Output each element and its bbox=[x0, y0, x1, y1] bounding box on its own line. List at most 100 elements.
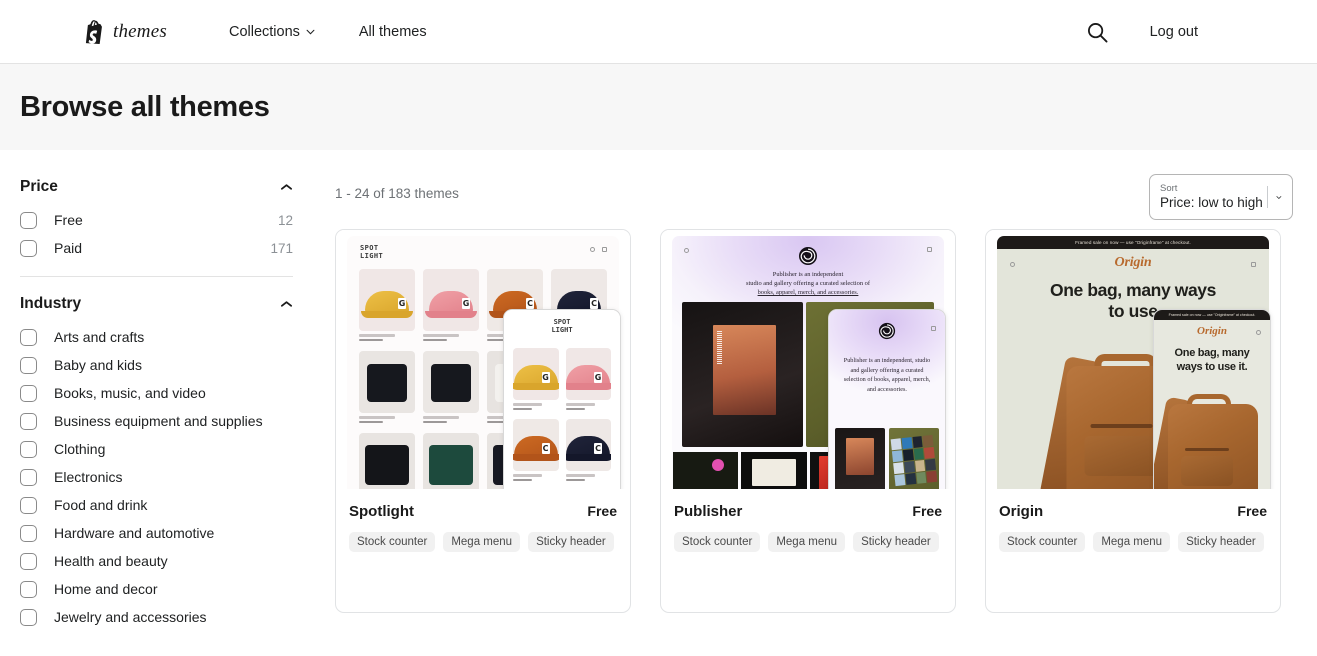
filter-option-industry[interactable]: Jewelry and accessories bbox=[20, 603, 293, 631]
facet-industry-header[interactable]: Industry bbox=[20, 291, 293, 323]
sort-label: Sort bbox=[1160, 183, 1178, 194]
origin-store-logo: Origin bbox=[1114, 255, 1152, 270]
checkbox-industry[interactable] bbox=[20, 524, 37, 542]
theme-tag: Sticky header bbox=[1178, 532, 1264, 552]
filters-sidebar: Price Free 12 Paid 171 Industry Arts and… bbox=[0, 150, 313, 656]
origin-announcement-bar: Framed sale on now — use "Originframe" a… bbox=[997, 236, 1269, 249]
logout-link[interactable]: Log out bbox=[1150, 24, 1198, 40]
theme-info-spotlight: Spotlight Free Stock counter Mega menu S… bbox=[336, 489, 630, 552]
theme-title-row: Origin Free bbox=[999, 503, 1267, 520]
chevron-down-icon[interactable] bbox=[1276, 193, 1282, 202]
checkbox-industry[interactable] bbox=[20, 412, 37, 430]
checkbox-paid[interactable] bbox=[20, 239, 37, 257]
page-hero: Browse all themes bbox=[0, 64, 1317, 150]
checkbox-industry[interactable] bbox=[20, 608, 37, 626]
product-tile: G bbox=[359, 269, 415, 343]
filter-option-industry[interactable]: Electronics bbox=[20, 463, 293, 491]
nav-item-collections[interactable]: Collections bbox=[229, 24, 315, 40]
checkbox-industry[interactable] bbox=[20, 384, 37, 402]
shopify-bag-icon bbox=[85, 19, 102, 44]
filter-option-industry-label: Health and beauty bbox=[54, 553, 168, 569]
theme-preview-spotlight: SPOT LIGHT G G C C SPOT LIGHT G G C C bbox=[336, 230, 630, 489]
filter-option-industry[interactable]: Home and decor bbox=[20, 575, 293, 603]
checkbox-free[interactable] bbox=[20, 211, 37, 229]
product-image: G bbox=[359, 269, 415, 331]
theme-tag: Stock counter bbox=[349, 532, 436, 552]
facet-price-header[interactable]: Price bbox=[20, 174, 293, 206]
origin-store-search-icon bbox=[1010, 262, 1015, 267]
checkbox-industry[interactable] bbox=[20, 328, 37, 346]
nav-item-all-themes[interactable]: All themes bbox=[359, 24, 427, 40]
checkbox-industry[interactable] bbox=[20, 356, 37, 374]
industry-option-list: Arts and crafts Baby and kids Books, music… bbox=[20, 323, 293, 631]
store-search-icon bbox=[590, 247, 595, 252]
product-image: G bbox=[423, 269, 479, 331]
checkbox-industry[interactable] bbox=[20, 552, 37, 570]
filter-option-free[interactable]: Free 12 bbox=[20, 206, 293, 234]
product-tile: G bbox=[565, 348, 611, 412]
filter-option-industry[interactable]: Business equipment and supplies bbox=[20, 407, 293, 435]
store-cart-icon bbox=[602, 247, 607, 252]
filter-option-industry-label: Clothing bbox=[54, 441, 106, 457]
chevron-down-icon bbox=[306, 29, 315, 34]
results-toolbar: 1 - 24 of 183 themes Sort Price: low to … bbox=[335, 174, 1293, 226]
facet-industry: Industry Arts and crafts Baby and kids Boo… bbox=[20, 291, 293, 645]
site-logo[interactable]: themes bbox=[84, 19, 167, 44]
facet-price-title: Price bbox=[20, 178, 58, 195]
theme-tag: Mega menu bbox=[768, 532, 846, 552]
filter-option-industry[interactable]: Clothing bbox=[20, 435, 293, 463]
theme-card-publisher[interactable]: Publisher is an independent studio and g… bbox=[660, 229, 956, 613]
filter-option-paid-count: 171 bbox=[270, 240, 293, 256]
sort-dropdown[interactable]: Sort Price: low to high bbox=[1149, 174, 1293, 220]
filter-option-free-count: 12 bbox=[277, 212, 293, 228]
theme-preview-origin: Framed sale on now — use "Originframe" a… bbox=[986, 230, 1280, 489]
facet-price: Price Free 12 Paid 171 bbox=[20, 174, 293, 277]
theme-tag: Sticky header bbox=[853, 532, 939, 552]
origin-mobile-headline: One bag, many ways to use it. bbox=[1174, 347, 1250, 373]
filter-option-paid[interactable]: Paid 171 bbox=[20, 234, 293, 262]
publisher-store-cart-icon bbox=[927, 247, 932, 252]
publisher-tagline-line1: Publisher is an independent bbox=[772, 271, 844, 278]
filter-option-industry[interactable]: Books, music, and video bbox=[20, 379, 293, 407]
checkbox-industry[interactable] bbox=[20, 468, 37, 486]
publisher-tile bbox=[673, 452, 739, 489]
spotlight-store-logo: SPOT LIGHT bbox=[360, 244, 383, 260]
checkbox-industry[interactable] bbox=[20, 440, 37, 458]
filter-option-industry-label: Food and drink bbox=[54, 497, 148, 513]
theme-info-origin: Origin Free Stock counter Mega menu Stic… bbox=[986, 489, 1280, 552]
checkbox-industry[interactable] bbox=[20, 580, 37, 598]
checkbox-industry[interactable] bbox=[20, 496, 37, 514]
filter-option-free-label: Free bbox=[54, 212, 83, 228]
publisher-mobile-tagline: Publisher is an independent, studio and … bbox=[843, 357, 931, 393]
search-icon[interactable] bbox=[1087, 22, 1108, 43]
filter-option-industry[interactable]: Baby and kids bbox=[20, 351, 293, 379]
filter-option-industry[interactable]: Hardware and automotive bbox=[20, 519, 293, 547]
spotlight-mobile-logo-line1: SPOT bbox=[553, 318, 571, 326]
chevron-up-icon[interactable] bbox=[280, 300, 293, 308]
filter-option-industry-label: Baby and kids bbox=[54, 357, 142, 373]
theme-tag: Mega menu bbox=[1093, 532, 1171, 552]
spotlight-mobile-grid: G G C C bbox=[513, 348, 611, 483]
publisher-spiral-logo-icon bbox=[799, 247, 817, 265]
spotlight-mobile-logo-line2: LIGHT bbox=[551, 326, 573, 334]
publisher-mobile-images bbox=[835, 428, 939, 489]
theme-name: Publisher bbox=[674, 503, 743, 520]
sort-dropdown-texts: Sort Price: low to high bbox=[1160, 183, 1263, 211]
filter-option-industry[interactable]: Food and drink bbox=[20, 491, 293, 519]
theme-tag: Stock counter bbox=[674, 532, 761, 552]
filter-option-industry[interactable]: Health and beauty bbox=[20, 547, 293, 575]
theme-card-origin[interactable]: Framed sale on now — use "Originframe" a… bbox=[985, 229, 1281, 613]
filter-option-industry-label: Electronics bbox=[54, 469, 123, 485]
publisher-tagline: Publisher is an independent studio and g… bbox=[698, 270, 918, 297]
filter-option-industry[interactable]: Arts and crafts bbox=[20, 323, 293, 351]
filter-option-industry-label: Arts and crafts bbox=[54, 329, 145, 345]
product-tile: G bbox=[423, 269, 479, 343]
facet-industry-title: Industry bbox=[20, 295, 82, 312]
themes-main: 1 - 24 of 183 themes Sort Price: low to … bbox=[313, 150, 1317, 656]
theme-tags: Stock counter Mega menu Sticky header bbox=[674, 532, 942, 552]
origin-mobile-backpack-image bbox=[1154, 386, 1267, 489]
publisher-mobile-swatches bbox=[889, 428, 939, 489]
theme-tags: Stock counter Mega menu Sticky header bbox=[999, 532, 1267, 552]
chevron-up-icon[interactable] bbox=[280, 183, 293, 191]
theme-card-spotlight[interactable]: SPOT LIGHT G G C C SPOT LIGHT G G C C Sp… bbox=[335, 229, 631, 613]
